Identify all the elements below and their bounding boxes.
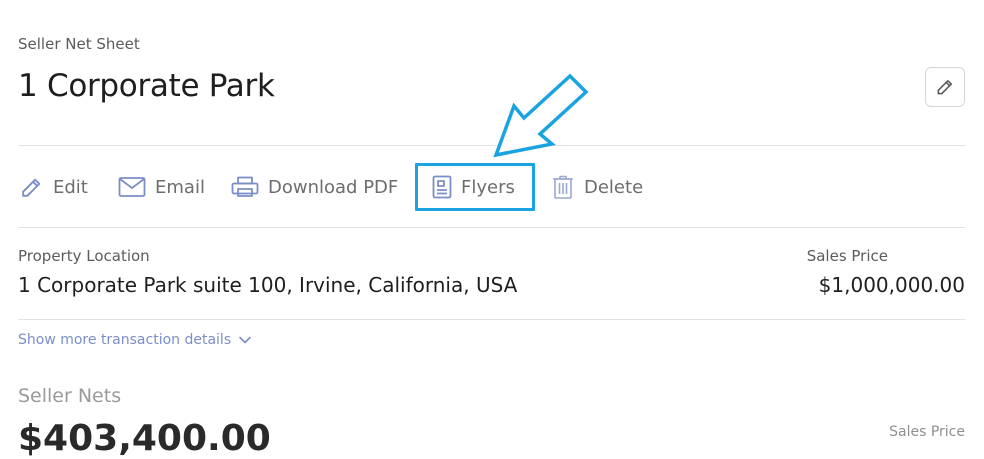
seller-nets-title: Seller Nets bbox=[18, 385, 122, 407]
download-pdf-action-label: Download PDF bbox=[268, 176, 399, 198]
sales-price-label: Sales Price bbox=[806, 247, 888, 265]
seller-nets-amount: $403,400.00 bbox=[18, 418, 271, 459]
delete-action-label: Delete bbox=[584, 176, 644, 198]
edit-action-label: Edit bbox=[53, 176, 88, 198]
property-location-label: Property Location bbox=[18, 247, 150, 265]
edit-action-button[interactable]: Edit bbox=[19, 172, 88, 202]
show-more-details-link[interactable]: Show more transaction details bbox=[18, 332, 251, 348]
printer-icon bbox=[231, 176, 259, 197]
flyers-highlight-box bbox=[415, 163, 535, 211]
seller-nets-sales-price-label: Sales Price bbox=[889, 424, 965, 440]
delete-action-button[interactable]: Delete bbox=[551, 172, 643, 202]
pencil-icon bbox=[22, 178, 41, 197]
envelope-icon bbox=[118, 177, 146, 197]
chevron-down-icon bbox=[239, 336, 251, 344]
arrow-down-left-icon bbox=[493, 73, 589, 158]
email-action-button[interactable]: Email bbox=[118, 172, 205, 202]
page-subtitle: Seller Net Sheet bbox=[18, 35, 140, 53]
page-title: 1 Corporate Park bbox=[18, 68, 275, 104]
pencil-icon bbox=[937, 80, 952, 95]
property-location-value: 1 Corporate Park suite 100, Irvine, Cali… bbox=[18, 273, 518, 297]
edit-title-button[interactable] bbox=[925, 67, 965, 107]
sales-price-value: $1,000,000.00 bbox=[818, 273, 965, 297]
trash-icon bbox=[553, 175, 573, 199]
show-more-details-label: Show more transaction details bbox=[18, 332, 232, 348]
email-action-label: Email bbox=[155, 176, 205, 198]
download-pdf-action-button[interactable]: Download PDF bbox=[231, 172, 398, 202]
actions-divider bbox=[18, 227, 965, 228]
details-divider bbox=[18, 319, 965, 320]
